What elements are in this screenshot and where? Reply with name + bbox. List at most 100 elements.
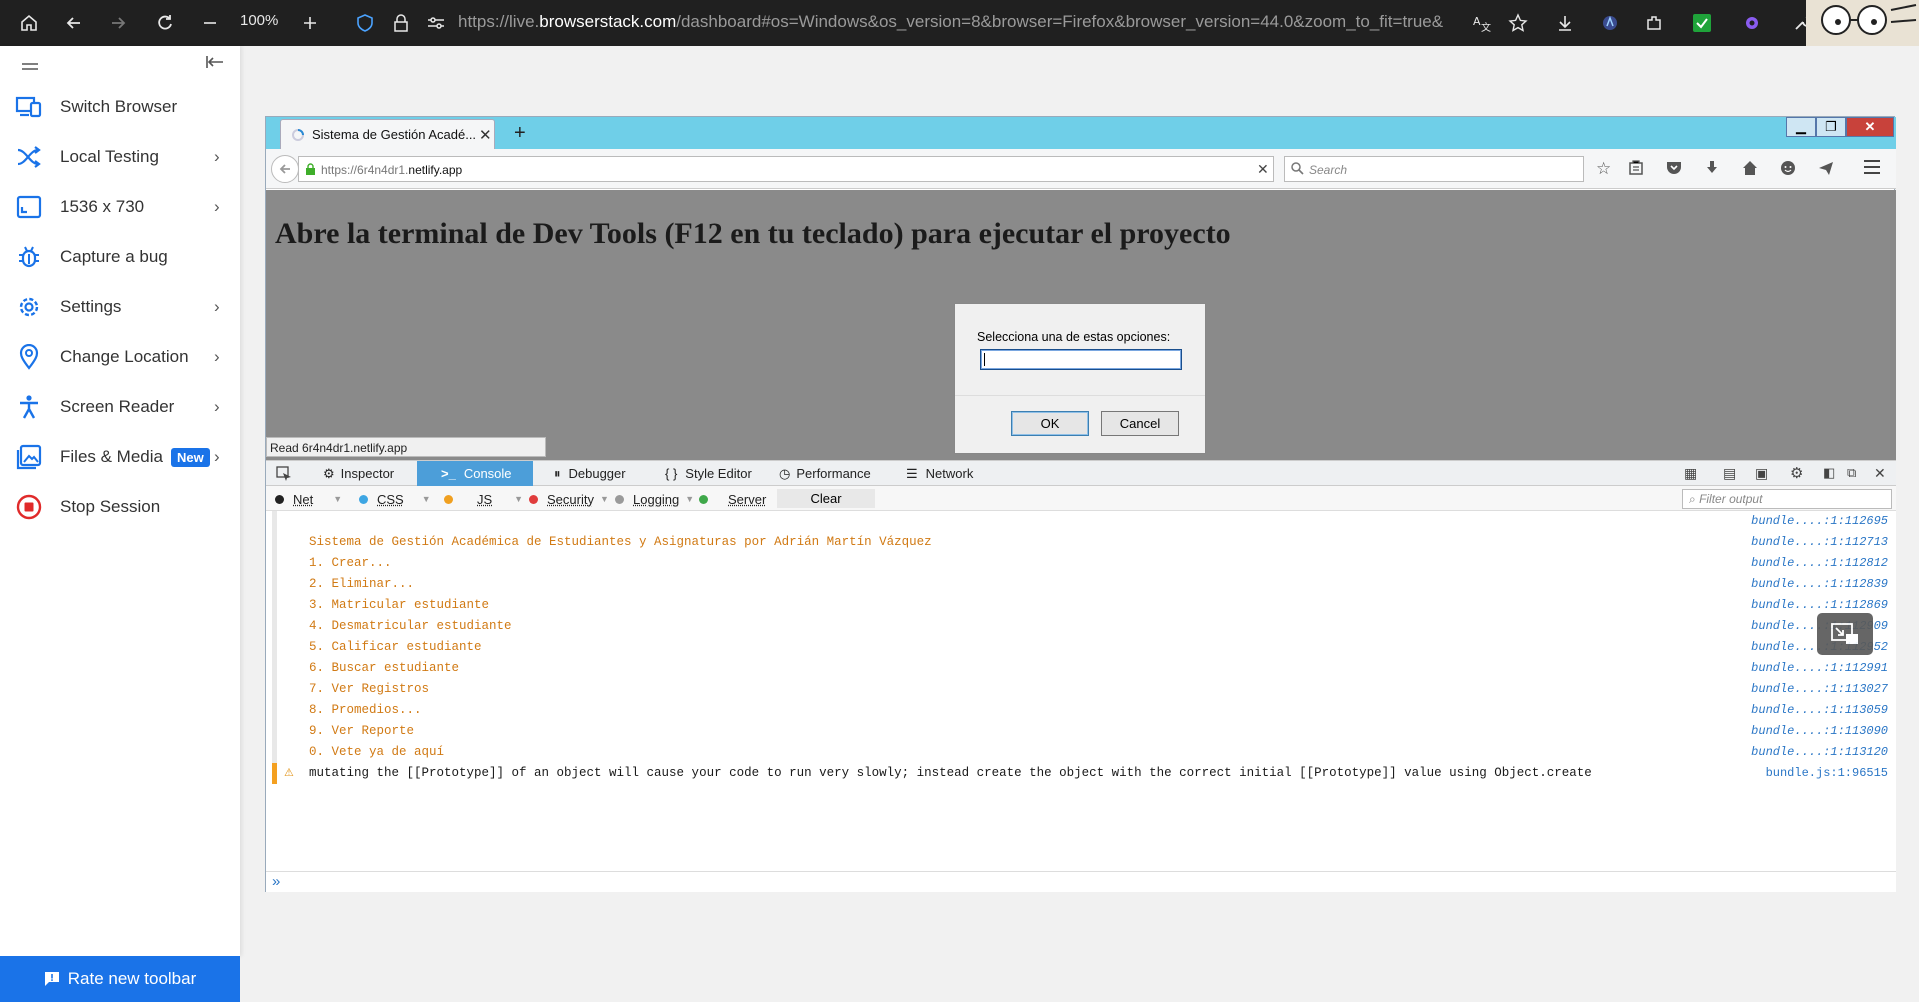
undock-icon[interactable]: ⧉ — [1847, 465, 1856, 481]
dialog-input[interactable] — [980, 349, 1182, 370]
sidebar-item-screen-reader[interactable]: Screen Reader › — [0, 387, 240, 427]
remote-url-input[interactable]: https://6r4n4dr1.netlify.app ✕ — [298, 156, 1274, 182]
tab-console[interactable]: >_ Console — [417, 461, 533, 486]
filter-security[interactable]: Security ▼ — [529, 490, 609, 508]
element-picker-icon[interactable] — [276, 466, 292, 487]
site-permissions-icon[interactable] — [424, 11, 448, 35]
address-bar[interactable]: https://live.browserstack.com/dashboard#… — [458, 12, 1458, 32]
extension-icon[interactable] — [1598, 11, 1622, 35]
remote-search-input[interactable]: Search — [1284, 156, 1584, 182]
ok-button[interactable]: OK — [1011, 411, 1089, 436]
pocket-icon[interactable] — [1666, 160, 1682, 181]
downloads-icon[interactable] — [1704, 160, 1720, 181]
remote-title-bar: Sistema de Gestión Acadé... ✕ + ▁ ❐ ✕ — [266, 117, 1896, 149]
dock-side-icon[interactable]: ◧ — [1823, 465, 1835, 481]
sidebar-item-files-media[interactable]: Files & Media New › — [0, 437, 240, 477]
checkmark-extension-icon[interactable] — [1690, 11, 1714, 35]
translate-icon[interactable]: A文 — [1470, 11, 1494, 35]
tab-debugger[interactable]: ⏸ Debugger — [550, 461, 630, 486]
back-icon[interactable] — [271, 155, 299, 183]
remote-url-prefix: https://6r4n4dr1. — [321, 163, 408, 177]
home-icon[interactable] — [17, 11, 41, 35]
console-location-link[interactable]: bundle....:1:113090 — [1751, 724, 1888, 738]
network-icon: ☰ — [906, 466, 918, 482]
console-location-link[interactable]: bundle....:1:112869 — [1751, 598, 1888, 612]
tab-network[interactable]: ☰ Network — [902, 461, 977, 486]
filter-js[interactable]: JS ▼ — [444, 490, 523, 508]
close-tab-icon[interactable]: ✕ — [479, 126, 492, 144]
page-heading: Abre la terminal de Dev Tools (F12 en tu… — [275, 217, 1231, 251]
reading-list-icon[interactable] — [1628, 160, 1644, 181]
filter-server[interactable]: Server▼ — [699, 490, 785, 508]
sidebar-item-settings[interactable]: Settings › — [0, 287, 240, 327]
console-location-link[interactable]: bundle....:1:112991 — [1751, 661, 1888, 675]
hamburger-menu-icon[interactable] — [1863, 159, 1881, 180]
filter-logging[interactable]: Logging ▼ — [615, 490, 694, 508]
filter-css[interactable]: CSS ▼ — [359, 490, 431, 508]
forward-icon[interactable] — [106, 11, 130, 35]
js-dot — [444, 495, 453, 504]
console-row: 0. Vete ya de aquí bundle....:1:113120 — [266, 742, 1896, 763]
profile-avatar[interactable] — [1806, 0, 1919, 46]
responsive-icon[interactable]: ▣ — [1755, 465, 1768, 482]
lock-icon[interactable] — [389, 11, 413, 35]
minimize-icon[interactable]: ▁ — [1786, 117, 1816, 137]
rate-toolbar-button[interactable]: Rate new toolbar — [0, 956, 240, 1002]
stop-loading-icon[interactable]: ✕ — [1257, 161, 1269, 178]
console-location-link[interactable]: bundle....:1:113059 — [1751, 703, 1888, 717]
favorite-star-icon[interactable] — [1506, 11, 1530, 35]
sidebar-item-capture-bug[interactable]: Capture a bug — [0, 237, 240, 277]
collapse-sidebar-icon[interactable] — [206, 55, 224, 74]
console-text: 5. Calificar estudiante — [309, 640, 482, 654]
download-icon[interactable] — [1553, 11, 1577, 35]
console-location-link[interactable]: bundle....:1:112713 — [1751, 535, 1888, 549]
sidebar-item-resolution[interactable]: 1536 x 730 › — [0, 187, 240, 227]
home-icon[interactable] — [1742, 160, 1758, 181]
fit-to-screen-button[interactable] — [1817, 613, 1873, 655]
console-location-link[interactable]: bundle....:1:112839 — [1751, 577, 1888, 591]
menu-icon[interactable] — [22, 59, 38, 77]
bookmark-star-icon[interactable]: ☆ — [1596, 159, 1611, 179]
remote-tab[interactable]: Sistema de Gestión Acadé... ✕ — [280, 119, 495, 149]
sidebar-item-stop-session[interactable]: Stop Session — [0, 487, 240, 527]
dock-bottom-icon[interactable]: ▤ — [1723, 465, 1736, 482]
zoom-in-icon[interactable] — [298, 11, 322, 35]
zoom-out-icon[interactable] — [198, 11, 222, 35]
puzzle-extensions-icon[interactable] — [1642, 11, 1666, 35]
filter-output-input[interactable]: ⌕ Filter output — [1682, 489, 1892, 509]
console-location-link[interactable]: bundle....:1:113120 — [1751, 745, 1888, 759]
zoom-level[interactable]: 100% — [240, 12, 278, 29]
new-tab-icon[interactable]: + — [514, 122, 526, 145]
console-location-link[interactable]: bundle....:1:112812 — [1751, 556, 1888, 570]
tab-style-editor[interactable]: { } Style Editor — [661, 461, 756, 486]
close-window-icon[interactable]: ✕ — [1846, 117, 1894, 137]
close-devtools-icon[interactable]: ✕ — [1874, 465, 1886, 482]
sidebar-item-local-testing[interactable]: Local Testing › — [0, 137, 240, 177]
rate-toolbar-label: Rate new toolbar — [68, 969, 197, 989]
clear-button[interactable]: Clear — [777, 489, 875, 508]
cog-extension-icon[interactable] — [1740, 11, 1764, 35]
hello-icon[interactable] — [1780, 160, 1796, 181]
tab-inspector[interactable]: ⚙ Inspector — [319, 461, 398, 486]
sidebar-item-change-location[interactable]: Change Location › — [0, 337, 240, 377]
split-console-icon[interactable]: ▦ — [1684, 465, 1697, 482]
reload-icon[interactable] — [153, 11, 177, 35]
console-location-link[interactable]: bundle....:1:112695 — [1751, 514, 1888, 528]
tab-label: Inspector — [341, 466, 394, 481]
share-icon[interactable] — [1818, 160, 1834, 181]
console-icon: >_ — [441, 466, 456, 481]
tab-performance[interactable]: ◷ Performance — [775, 461, 875, 486]
settings-gear-icon[interactable]: ⚙ — [1790, 464, 1803, 482]
sidebar-item-label: Local Testing — [60, 147, 159, 167]
sidebar-item-switch-browser[interactable]: Switch Browser — [0, 87, 240, 127]
switch-browser-icon — [15, 93, 43, 121]
console-location-link[interactable]: bundle....:1:113027 — [1751, 682, 1888, 696]
console-input[interactable]: » — [266, 871, 1896, 892]
chevron-right-icon: › — [214, 297, 220, 317]
console-location-link[interactable]: bundle.js:1:96515 — [1766, 766, 1888, 780]
cancel-button[interactable]: Cancel — [1101, 411, 1179, 436]
filter-net[interactable]: Net ▼ — [275, 490, 342, 508]
back-icon[interactable] — [62, 11, 86, 35]
shield-icon[interactable] — [353, 11, 377, 35]
restore-icon[interactable]: ❐ — [1816, 117, 1846, 137]
